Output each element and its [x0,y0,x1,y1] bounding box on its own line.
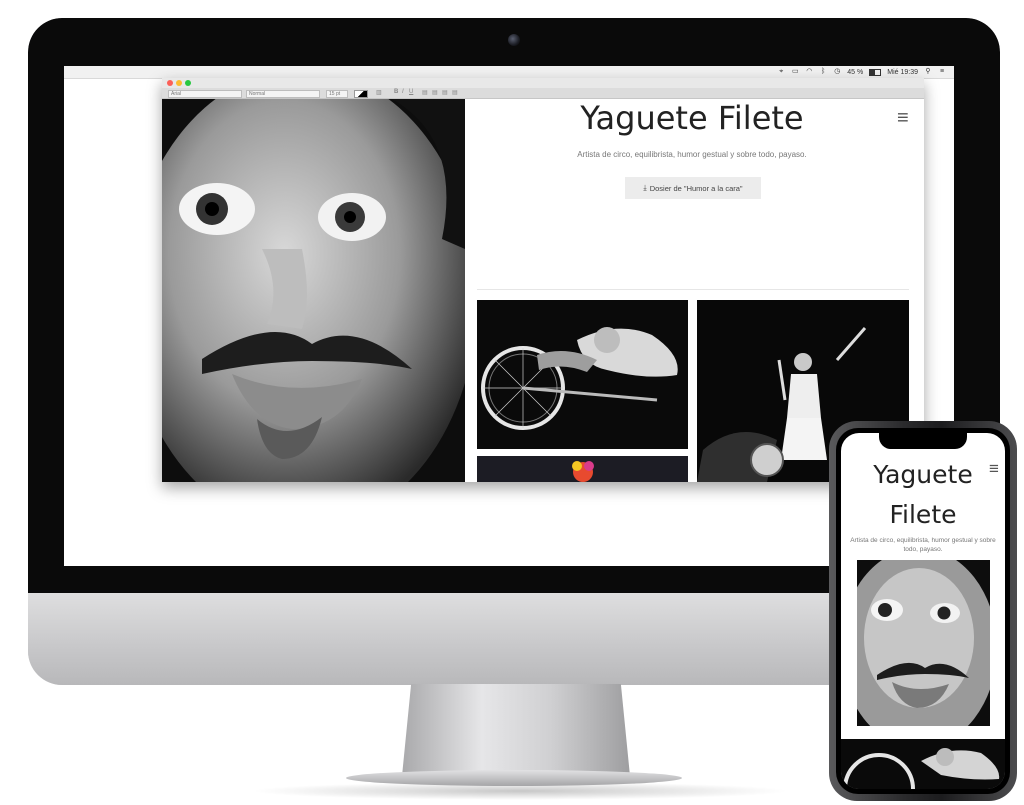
battery-percent: 45 % [847,68,864,76]
airplay-icon[interactable]: ▭ [791,68,799,76]
text-color-icon[interactable]: ▥ [376,89,382,96]
close-window-button[interactable] [167,80,173,86]
hamburger-icon[interactable]: ≡ [897,108,909,128]
control-center-icon[interactable]: ≡ [938,68,946,76]
imac-stand-base [346,770,682,786]
gallery-photo-clown[interactable] [477,456,688,482]
size-select[interactable]: 15 pt [326,90,348,98]
mobile-gallery-photo-bicycle[interactable] [841,739,1005,789]
italic-icon[interactable]: I [402,89,404,95]
mobile-site-title: Yaguete Filete [841,455,1005,535]
dossier-button-label: Dosier de "Humor a la cara" [649,183,743,193]
site-title: Yaguete Filete [580,99,804,137]
window-titlebar [162,78,924,88]
app-window: Arial Normal 15 pt ▥ B I U ▤ ▤ ▤ ▤ Yague… [162,78,924,482]
style-select[interactable]: Normal [246,90,320,98]
mobile-hamburger-icon[interactable]: ≡ [989,459,999,479]
hero-portrait-photo [162,99,465,482]
website-page: Yaguete Filete ≡ Artista de circo, equil… [162,99,924,482]
mobile-title-line-2: Filete [889,500,957,529]
camera-icon [508,34,520,46]
gallery-photo-bicycle[interactable] [477,300,688,449]
bold-icon[interactable]: B [394,89,398,95]
imac-screen: ⌖ ▭ ◠ ᛒ ◷ 45 % Mié 19:39 ⚲ ≡ Arial Norma… [64,66,954,566]
download-icon: ⤓ [643,183,647,192]
font-select[interactable]: Arial [168,90,242,98]
imac-stand [402,684,630,776]
align-right-icon[interactable]: ▤ [442,89,448,96]
mobile-title-line-1: Yaguete [873,460,973,489]
bluetooth-icon[interactable]: ᛒ [819,68,827,76]
underline-icon[interactable]: U [409,89,413,95]
time-machine-icon[interactable]: ◷ [833,68,841,76]
align-center-icon[interactable]: ▤ [432,89,438,96]
section-divider [477,289,909,290]
cursor-icon[interactable]: ⌖ [777,68,785,76]
wifi-icon[interactable]: ◠ [805,68,813,76]
zoom-window-button[interactable] [185,80,191,86]
spotlight-icon[interactable]: ⚲ [924,68,932,76]
iphone-notch [879,433,967,449]
color-swatch[interactable] [354,90,368,98]
dossier-download-button[interactable]: ⤓ Dosier de "Humor a la cara" [625,177,761,199]
iphone-device: Yaguete Filete ≡ Artista de circo, equil… [829,421,1017,801]
iphone-screen: Yaguete Filete ≡ Artista de circo, equil… [841,433,1005,789]
minimize-window-button[interactable] [176,80,182,86]
align-left-icon[interactable]: ▤ [422,89,428,96]
menu-clock[interactable]: Mié 19:39 [887,69,918,76]
battery-icon[interactable] [869,68,882,76]
site-subtitle: Artista de circo, equilibrista, humor ge… [577,150,807,159]
iphone-bezel: Yaguete Filete ≡ Artista de circo, equil… [836,428,1010,794]
format-toolbar: Arial Normal 15 pt ▥ B I U ▤ ▤ ▤ ▤ [162,88,924,99]
align-justify-icon[interactable]: ▤ [452,89,458,96]
mobile-portrait-photo [857,560,990,726]
mobile-site-subtitle: Artista de circo, equilibrista, humor ge… [850,537,996,553]
